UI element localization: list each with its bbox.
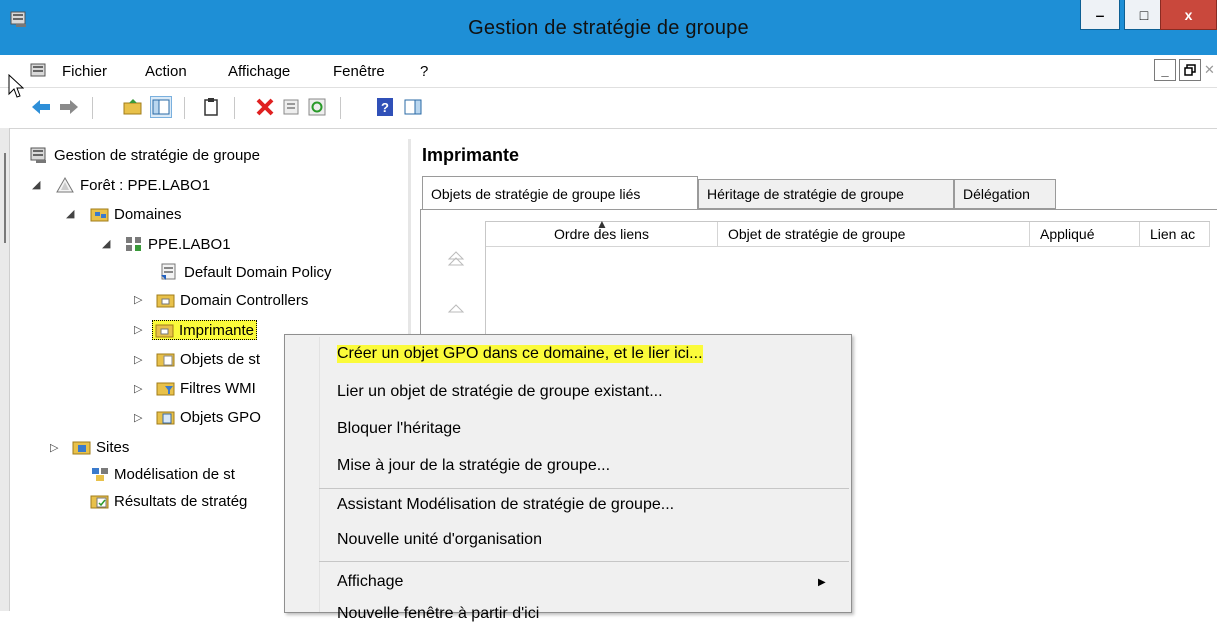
- tree-item-default-domain-policy[interactable]: Default Domain Policy: [160, 259, 332, 285]
- back-arrow-icon[interactable]: [30, 96, 52, 118]
- gpo-link-icon: [160, 263, 178, 281]
- column-header-link-enabled[interactable]: Lien ac: [1140, 222, 1210, 247]
- close-button[interactable]: x: [1160, 0, 1217, 30]
- help-icon[interactable]: ?: [374, 96, 396, 118]
- tree-item-modelisation[interactable]: Modélisation de st: [90, 461, 235, 487]
- expand-sites-icon[interactable]: ▷: [50, 441, 58, 454]
- application-window: Gestion de stratégie de groupe ‒ □ x Fic…: [0, 0, 1217, 622]
- left-edge-panel: [0, 128, 10, 611]
- menu-item-new-window[interactable]: Nouvelle fenêtre à partir d'ici: [337, 605, 539, 623]
- collapse-domain-icon[interactable]: ◢: [102, 237, 110, 250]
- mdi-minimize-button[interactable]: _: [1154, 59, 1176, 81]
- menu-item-modeling-wizard[interactable]: Assistant Modélisation de stratégie de g…: [337, 496, 674, 514]
- clipboard-icon[interactable]: [200, 96, 222, 118]
- mdi-close-button[interactable]: ✕: [1204, 62, 1215, 78]
- up-folder-icon[interactable]: [122, 96, 144, 118]
- tree-item-ppe-labo1[interactable]: PPE.LABO1: [124, 231, 231, 257]
- menu-item-create-gpo-link[interactable]: Créer un objet GPO dans ce domaine, et l…: [337, 345, 703, 363]
- tree-item-domains[interactable]: Domaines: [90, 201, 182, 227]
- mouse-pointer-icon: [8, 73, 25, 105]
- toolbar: ?: [0, 88, 1217, 129]
- window-title: Gestion de stratégie de groupe: [468, 17, 749, 39]
- mmc-document-icon[interactable]: [30, 62, 48, 85]
- menu-fenetre[interactable]: Fenêtre: [333, 63, 385, 80]
- minimize-button[interactable]: ‒: [1080, 0, 1120, 30]
- menu-affichage[interactable]: Affichage: [228, 63, 290, 80]
- tree-item-resultats[interactable]: Résultats de stratég: [90, 488, 247, 514]
- column-header-enforced[interactable]: Appliqué: [1030, 222, 1140, 247]
- tree-item-objets-strategie[interactable]: Objets de st: [156, 346, 260, 372]
- tree-item-forest[interactable]: Forêt : PPE.LABO1: [56, 172, 210, 198]
- results-icon: [90, 492, 109, 510]
- svg-text:?: ?: [381, 100, 389, 115]
- action-pane-icon[interactable]: [402, 96, 424, 118]
- tab-delegation[interactable]: Délégation: [954, 179, 1056, 209]
- menu-item-link-existing-gpo[interactable]: Lier un objet de stratégie de groupe exi…: [337, 383, 663, 401]
- tree-item-objets-gpo[interactable]: Objets GPO: [156, 404, 261, 430]
- expand-gpo-objects-icon[interactable]: ▷: [134, 353, 142, 366]
- collapse-forest-icon[interactable]: ◢: [32, 178, 40, 191]
- move-up-icon[interactable]: [446, 299, 466, 319]
- menu-fichier[interactable]: Fichier: [62, 63, 107, 80]
- menu-help[interactable]: ?: [420, 63, 428, 80]
- submenu-arrow-icon: ▶: [818, 577, 826, 588]
- maximize-button[interactable]: □: [1124, 0, 1164, 30]
- domain-icon: [124, 235, 142, 253]
- column-header-gpo[interactable]: Objet de stratégie de groupe: [718, 222, 1030, 247]
- tab-inheritance[interactable]: Héritage de stratégie de groupe: [698, 179, 954, 209]
- expand-imprimante-icon[interactable]: ▷: [134, 323, 142, 336]
- refresh-icon[interactable]: [306, 96, 328, 118]
- title-bar[interactable]: Gestion de stratégie de groupe ‒ □ x: [0, 0, 1217, 55]
- ou-folder-icon: [156, 291, 175, 309]
- menu-action[interactable]: Action: [145, 63, 187, 80]
- gpmc-console-icon: [30, 146, 48, 164]
- details-title: Imprimante: [422, 145, 520, 165]
- ou-folder-icon: [155, 321, 174, 339]
- forest-triangle-icon: [56, 176, 74, 194]
- menu-item-view[interactable]: Affichage: [337, 573, 403, 591]
- expand-domain-controllers-icon[interactable]: ▷: [134, 293, 142, 306]
- tree-item-domain-controllers[interactable]: Domain Controllers: [156, 287, 308, 313]
- menu-bar: Fichier Action Affichage Fenêtre ?: [0, 55, 1217, 88]
- wmi-filter-folder-icon: [156, 379, 175, 397]
- tab-linked-gpos[interactable]: Objets de stratégie de groupe liés: [422, 176, 698, 210]
- tree-item-root[interactable]: Gestion de stratégie de groupe: [30, 142, 260, 168]
- menu-item-new-ou[interactable]: Nouvelle unité d'organisation: [337, 531, 542, 549]
- mdi-restore-button[interactable]: [1179, 59, 1201, 81]
- context-menu: Créer un objet GPO dans ce domaine, et l…: [284, 334, 852, 622]
- collapse-domains-icon[interactable]: ◢: [66, 207, 74, 220]
- expand-starter-gpo-icon[interactable]: ▷: [134, 411, 142, 424]
- expand-wmi-filters-icon[interactable]: ▷: [134, 382, 142, 395]
- menu-item-group-policy-update[interactable]: Mise à jour de la stratégie de groupe...: [337, 457, 610, 475]
- tree-item-sites[interactable]: Sites: [72, 434, 129, 460]
- delete-icon[interactable]: [254, 96, 276, 118]
- menu-item-block-inheritance[interactable]: Bloquer l'héritage: [337, 420, 461, 438]
- show-hide-tree-icon[interactable]: [150, 96, 172, 118]
- gpo-folder-icon: [156, 350, 175, 368]
- starter-gpo-folder-icon: [156, 408, 175, 426]
- sites-folder-icon: [72, 438, 91, 456]
- tree-item-imprimante[interactable]: Imprimante: [152, 317, 258, 343]
- tree-item-filtres-wmi[interactable]: Filtres WMI: [156, 375, 256, 401]
- properties-icon[interactable]: [280, 96, 302, 118]
- move-to-top-icon[interactable]: [446, 249, 466, 269]
- modeling-icon: [90, 465, 108, 483]
- sort-arrow-icon: ▲: [596, 217, 608, 231]
- forward-arrow-icon[interactable]: [58, 96, 80, 118]
- domains-folder-icon: [90, 205, 109, 223]
